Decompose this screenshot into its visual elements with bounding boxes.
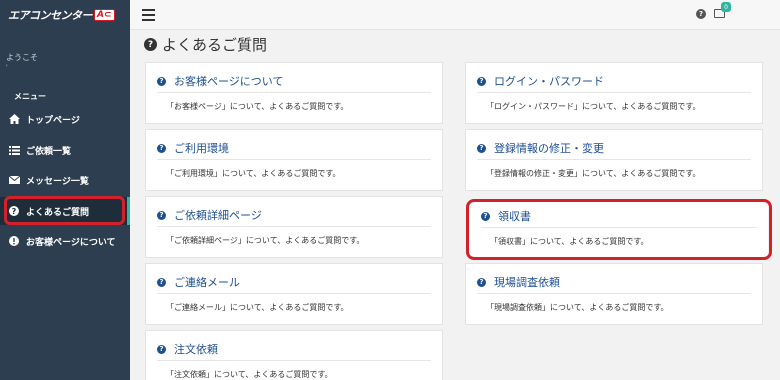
question-circle-icon: ? bbox=[477, 76, 486, 86]
sidebar-item-label: トップページ bbox=[26, 115, 80, 126]
highlight-outline bbox=[466, 199, 772, 260]
faq-card-desc: 「ログイン・パスワード」について、よくあるご質問です。 bbox=[486, 102, 701, 111]
sidebar-item-messages[interactable]: メッセージ一覧 bbox=[0, 166, 130, 194]
faq-card-customer-page[interactable]: ? お客様ページについて 「お客様ページ」について、よくあるご質問です。 bbox=[145, 62, 443, 124]
question-circle-icon: ? bbox=[157, 210, 166, 220]
top-bar: ? 0 bbox=[130, 0, 780, 30]
faq-card-title-text: お客様ページについて bbox=[174, 75, 284, 88]
divider bbox=[477, 92, 751, 93]
faq-card-title[interactable]: ? ご依頼詳細ページ bbox=[157, 207, 262, 223]
hamburger-menu-icon[interactable] bbox=[142, 9, 155, 21]
envelope-icon bbox=[8, 174, 20, 186]
sidebar-item-label: お客様ページについて bbox=[26, 237, 116, 248]
faq-card-title-text: ログイン・パスワード bbox=[494, 75, 604, 88]
divider bbox=[157, 159, 431, 160]
user-name: ' bbox=[6, 64, 8, 71]
sidebar-item-label: ご依頼一覧 bbox=[26, 146, 72, 157]
faq-card-environment[interactable]: ? ご利用環境 「ご利用環境」について、よくあるご質問です。 bbox=[145, 129, 443, 191]
question-circle-icon: ? bbox=[157, 344, 166, 354]
mail-count-badge: 0 bbox=[721, 2, 731, 12]
faq-card-title[interactable]: ? ログイン・パスワード bbox=[477, 73, 604, 89]
info-circle-icon bbox=[8, 235, 20, 247]
faq-card-title[interactable]: ? 注文依頼 bbox=[157, 341, 218, 357]
highlight-outline bbox=[4, 196, 125, 225]
faq-card-desc: 「ご依頼詳細ページ」について、よくあるご質問です。 bbox=[166, 236, 365, 245]
question-circle-icon: ? bbox=[477, 277, 486, 287]
faq-card-site-survey[interactable]: ? 現場調査依頼 「現場調査依頼」について、よくあるご質問です。 bbox=[465, 263, 763, 325]
home-icon bbox=[8, 113, 20, 125]
faq-card-title[interactable]: ? ご利用環境 bbox=[157, 140, 229, 156]
faq-card-desc: 「注文依頼」について、よくあるご質問です。 bbox=[166, 370, 333, 379]
faq-card-title[interactable]: ? 登録情報の修正・変更 bbox=[477, 140, 604, 156]
divider bbox=[157, 226, 431, 227]
question-circle-icon: ? bbox=[157, 143, 166, 153]
question-circle-icon: ? bbox=[157, 277, 166, 287]
divider bbox=[157, 92, 431, 93]
divider bbox=[477, 159, 751, 160]
logo-badge: A⊂ bbox=[94, 9, 115, 21]
logo-text: エアコンセンター bbox=[8, 9, 93, 22]
sidebar-item-customer-page-info[interactable]: お客様ページについて bbox=[0, 227, 130, 255]
faq-card-request-detail[interactable]: ? ご依頼詳細ページ 「ご依頼詳細ページ」について、よくあるご質問です。 bbox=[145, 196, 443, 258]
logo[interactable]: エアコンセンター A⊂ bbox=[0, 0, 130, 30]
faq-card-title[interactable]: ? お客様ページについて bbox=[157, 73, 283, 89]
divider bbox=[157, 360, 431, 361]
page-title-text: よくあるご質問 bbox=[162, 36, 268, 54]
question-circle-icon[interactable]: ? bbox=[696, 9, 706, 19]
faq-card-contact-mail[interactable]: ? ご連絡メール 「ご連絡メール」について、よくあるご質問です。 bbox=[145, 263, 443, 325]
sidebar-item-requests[interactable]: ご依頼一覧 bbox=[0, 136, 130, 164]
faq-card-desc: 「お客様ページ」について、よくあるご質問です。 bbox=[166, 102, 349, 111]
list-icon bbox=[8, 144, 20, 156]
menu-heading: メニュー bbox=[14, 92, 46, 101]
sidebar: エアコンセンター A⊂ ようこそ ' メニュー トップページ ご依頼一覧 メッセ… bbox=[0, 0, 130, 380]
divider bbox=[157, 293, 431, 294]
faq-card-title-text: ご連絡メール bbox=[174, 276, 240, 289]
faq-card-title-text: 登録情報の修正・変更 bbox=[494, 142, 604, 155]
faq-card-title-text: ご依頼詳細ページ bbox=[174, 209, 262, 222]
faq-card-desc: 「登録情報の修正・変更」について、よくあるご質問です。 bbox=[486, 169, 701, 178]
faq-card-title-text: 注文依頼 bbox=[174, 343, 218, 356]
faq-card-title-text: 現場調査依頼 bbox=[494, 276, 560, 289]
question-circle-icon: ? bbox=[144, 38, 157, 51]
faq-card-desc: 「現場調査依頼」について、よくあるご質問です。 bbox=[486, 303, 669, 312]
question-circle-icon: ? bbox=[157, 76, 166, 86]
faq-card-desc: 「ご利用環境」について、よくあるご質問です。 bbox=[166, 169, 341, 178]
faq-card-title[interactable]: ? ご連絡メール bbox=[157, 274, 240, 290]
faq-card-title-text: ご利用環境 bbox=[174, 142, 229, 155]
sidebar-item-label: メッセージ一覧 bbox=[26, 176, 89, 187]
divider bbox=[477, 293, 751, 294]
faq-card-desc: 「ご連絡メール」について、よくあるご質問です。 bbox=[166, 303, 349, 312]
sidebar-item-top-page[interactable]: トップページ bbox=[0, 105, 130, 133]
faq-card-login-password[interactable]: ? ログイン・パスワード 「ログイン・パスワード」について、よくあるご質問です。 bbox=[465, 62, 763, 124]
faq-card-registration-edit[interactable]: ? 登録情報の修正・変更 「登録情報の修正・変更」について、よくあるご質問です。 bbox=[465, 129, 763, 191]
faq-card-order[interactable]: ? 注文依頼 「注文依頼」について、よくあるご質問です。 bbox=[145, 330, 443, 380]
welcome-text: ようこそ bbox=[6, 53, 38, 62]
question-circle-icon: ? bbox=[477, 143, 486, 153]
page-title: ? よくあるご質問 bbox=[144, 34, 267, 55]
faq-card-title[interactable]: ? 現場調査依頼 bbox=[477, 274, 560, 290]
